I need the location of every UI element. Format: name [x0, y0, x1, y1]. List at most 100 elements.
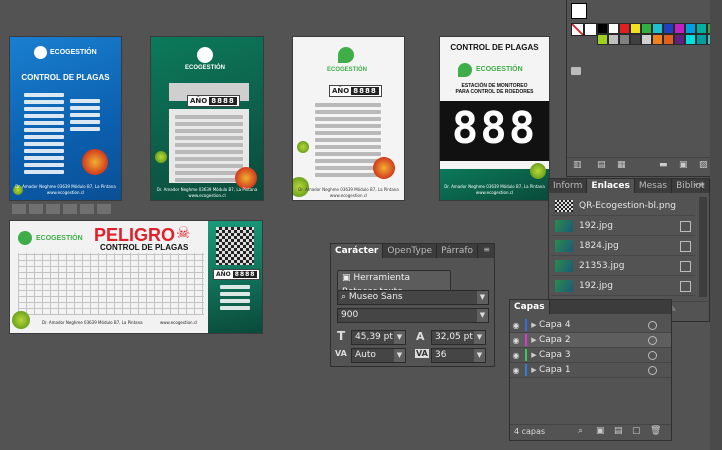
- color-swatch[interactable]: [619, 23, 630, 34]
- layers-panel[interactable]: Capas ◉ ▶ Capa 4 ◉ ▶ Capa 2 ◉ ▶ Capa 3 ◉…: [509, 299, 672, 441]
- chevron-down-icon[interactable]: ▼: [474, 331, 485, 344]
- chevron-down-icon[interactable]: ▼: [394, 331, 405, 344]
- expand-arrow-icon[interactable]: ▶: [529, 321, 539, 329]
- layer-row[interactable]: ◉ ▶ Capa 1: [510, 363, 671, 378]
- list-item[interactable]: 192.jpg: [551, 217, 695, 236]
- kerning-field[interactable]: Auto ▼: [351, 348, 406, 363]
- layer-row[interactable]: ◉ ▶ Capa 2: [510, 333, 671, 348]
- color-swatch[interactable]: [685, 23, 696, 34]
- search-icon: ⌕: [341, 292, 349, 302]
- fill-stroke-indicator[interactable]: [571, 3, 587, 19]
- artboard-blue-control-plagas[interactable]: ECOGESTIÓN CONTROL DE PLAGAS Dr. Amador …: [10, 37, 121, 200]
- virus-red-icon: [235, 167, 257, 189]
- target-icon[interactable]: [648, 320, 657, 330]
- chevron-down-icon[interactable]: ▼: [394, 349, 405, 362]
- chevron-down-icon[interactable]: ▼: [474, 349, 485, 362]
- footer-address: Dr. Amador Neghme 03639 Módulo B7, La Pi…: [15, 184, 116, 189]
- tab-parrafo[interactable]: Párrafo: [437, 244, 479, 258]
- swatch-folder-icon[interactable]: [571, 67, 581, 75]
- tab-enlaces[interactable]: Enlaces: [587, 179, 635, 193]
- layers-tabbar: Capas: [510, 300, 671, 314]
- locate-object-icon[interactable]: ⌕: [578, 426, 583, 436]
- tab-inform[interactable]: Inform: [549, 179, 588, 193]
- eye-icon[interactable]: ◉: [510, 366, 522, 375]
- tab-capas[interactable]: Capas: [510, 300, 550, 314]
- link-filename: QR-Ecogestion-bl.png: [579, 201, 676, 211]
- link-filename: 21353.jpg: [579, 261, 625, 271]
- delete-swatch-icon[interactable]: ▨: [699, 160, 708, 170]
- target-icon[interactable]: [648, 350, 657, 360]
- none-swatch[interactable]: [571, 23, 584, 36]
- font-family-field[interactable]: ⌕ Museo Sans ▼: [337, 290, 489, 305]
- list-item[interactable]: QR-Ecogestion-bl.png: [551, 197, 695, 216]
- new-sublayer-icon[interactable]: ▤: [614, 426, 623, 436]
- registration-swatch[interactable]: [584, 23, 597, 36]
- new-swatch-icon[interactable]: ▣: [679, 160, 688, 170]
- color-swatch[interactable]: [597, 34, 608, 45]
- peligro-subtitle: CONTROL DE PLAGAS: [100, 243, 189, 252]
- swatch-options-icon[interactable]: ▦: [617, 160, 626, 170]
- clipping-mask-icon[interactable]: ▣: [596, 426, 605, 436]
- eye-icon[interactable]: ◉: [510, 321, 522, 330]
- color-swatch[interactable]: [641, 34, 652, 45]
- new-color-group-icon[interactable]: ▬: [659, 160, 668, 170]
- panel-menu-icon[interactable]: »≡: [693, 180, 705, 189]
- kerning-icon: VA: [335, 349, 347, 358]
- layer-row[interactable]: ◉ ▶ Capa 3: [510, 348, 671, 363]
- links-scrollbar[interactable]: [699, 197, 707, 297]
- artboard-white-registro[interactable]: ECOGESTIÓN AÑO 8888 Dr. Amador Neghme 036…: [293, 37, 404, 200]
- color-swatch[interactable]: [630, 23, 641, 34]
- artboard-estacion-monitoreo[interactable]: CONTROL DE PLAGAS ECOGESTIÓN ESTACIÓN DE…: [440, 37, 549, 200]
- color-swatch[interactable]: [674, 34, 685, 45]
- thumbnail: [555, 260, 573, 272]
- color-swatch[interactable]: [685, 34, 696, 45]
- show-kinds-icon[interactable]: ▤: [597, 160, 606, 170]
- delete-layer-icon[interactable]: 🗑: [650, 426, 661, 436]
- color-swatch[interactable]: [630, 34, 641, 45]
- expand-arrow-icon[interactable]: ▶: [529, 366, 539, 374]
- new-layer-icon[interactable]: ▢: [632, 426, 641, 436]
- target-icon[interactable]: [648, 335, 657, 345]
- list-item[interactable]: 1824.jpg: [551, 237, 695, 256]
- chevron-down-icon[interactable]: ▼: [477, 309, 488, 322]
- color-swatch[interactable]: [597, 23, 608, 34]
- color-swatch[interactable]: [641, 23, 652, 34]
- color-swatch[interactable]: [696, 34, 707, 45]
- footer-address: Dr. Amador Neghme 03639 Módulo B7, La Pi…: [444, 184, 545, 189]
- panel-collapse-icon[interactable]: ≡: [483, 245, 490, 254]
- swatch-library-icon[interactable]: ▥: [573, 160, 582, 170]
- font-style-field[interactable]: 900 ▼: [337, 308, 489, 323]
- eye-icon[interactable]: ◉: [510, 336, 522, 345]
- color-swatch[interactable]: [619, 34, 630, 45]
- layer-row[interactable]: ◉ ▶ Capa 4: [510, 318, 671, 333]
- chevron-down-icon[interactable]: ▼: [477, 291, 488, 304]
- tracking-field[interactable]: 36 ▼: [431, 348, 486, 363]
- color-swatch[interactable]: [696, 23, 707, 34]
- expand-arrow-icon[interactable]: ▶: [529, 351, 539, 359]
- leading-field[interactable]: 32,05 pt ▼: [431, 330, 486, 345]
- color-swatch[interactable]: [674, 23, 685, 34]
- color-swatch[interactable]: [608, 34, 619, 45]
- color-swatch[interactable]: [663, 23, 674, 34]
- color-swatch[interactable]: [652, 34, 663, 45]
- artboard-peligro[interactable]: ECOGESTIÓN PELIGRO ☠ CONTROL DE PLAGAS A…: [10, 221, 262, 333]
- tab-caracter[interactable]: Carácter: [331, 244, 384, 258]
- year-box: AÑO 8888: [329, 85, 382, 97]
- color-swatch[interactable]: [608, 23, 619, 34]
- eye-icon[interactable]: ◉: [510, 351, 522, 360]
- target-icon[interactable]: [648, 365, 657, 375]
- touch-type-icon: ▣: [342, 273, 354, 283]
- font-size-field[interactable]: 45,39 pt ▼: [351, 330, 406, 345]
- character-panel[interactable]: Carácter OpenType Párrafo ≡ ▣ Herramient…: [330, 243, 495, 367]
- color-swatch[interactable]: [663, 34, 674, 45]
- tab-mesas[interactable]: Mesas: [635, 179, 673, 193]
- color-swatch[interactable]: [652, 23, 663, 34]
- logo-icon: [458, 63, 472, 77]
- artboard-green-registro[interactable]: ECOGESTIÓN AÑO 8888 Dr. Amador Neghme 036…: [151, 37, 263, 200]
- list-item[interactable]: 192.jpg: [551, 277, 695, 296]
- layer-name: Capa 1: [539, 365, 571, 375]
- swatches-panel[interactable]: ▥ ▤ ▦ ▬ ▣ ▨: [566, 0, 722, 177]
- tab-opentype[interactable]: OpenType: [383, 244, 438, 258]
- expand-arrow-icon[interactable]: ▶: [529, 336, 539, 344]
- list-item[interactable]: 21353.jpg: [551, 257, 695, 276]
